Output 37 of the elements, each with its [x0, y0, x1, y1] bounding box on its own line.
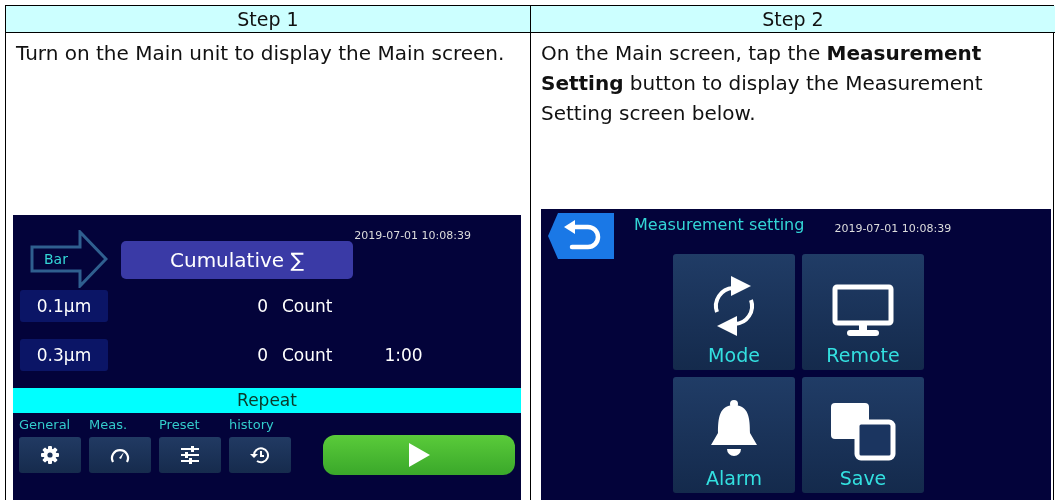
mode-button[interactable]: Cumulative ∑ [121, 241, 353, 279]
bar-arrow-button[interactable]: Bar [30, 230, 108, 288]
setting-tile[interactable]: Remote [802, 254, 924, 370]
setting-tile[interactable]: Alarm [673, 377, 795, 493]
menu-button[interactable] [229, 437, 291, 473]
start-button[interactable] [323, 435, 515, 475]
menu-label: General [19, 417, 71, 434]
settings-icon [40, 445, 60, 465]
step-description: Turn on the Main unit to display the Main screen. [15, 40, 506, 67]
sliders-icon [179, 445, 201, 465]
play-icon [407, 442, 431, 468]
step-description: On the Main screen, tap the Measurement Setting button to display the Measurement Setting screen below. [540, 40, 984, 127]
particle-size-label: 0.3µm [20, 338, 108, 371]
setting-tile[interactable]: Save [802, 377, 924, 493]
copy-icon [829, 401, 897, 461]
menu-button[interactable] [19, 437, 81, 473]
count-value: 0 [256, 295, 268, 316]
history-icon [249, 445, 271, 465]
count-value: 0 [256, 344, 268, 365]
timer-value: 1:00 [384, 344, 423, 365]
setting-tile[interactable]: Mode [673, 254, 795, 370]
repeat-bar: Repeat [13, 388, 521, 413]
screen-title: Measurement setting [634, 215, 805, 234]
menu-label: Meas. [89, 417, 128, 434]
menu-label: Preset [159, 417, 200, 434]
count-unit: Count [282, 344, 333, 365]
column-heading: Step 2 [762, 8, 824, 30]
date-time: 2019-07-01 10:08:39 [354, 229, 471, 242]
menu-button[interactable] [89, 437, 151, 473]
column-heading: Step 1 [237, 8, 299, 30]
back-button[interactable] [548, 213, 614, 259]
count-unit: Count [282, 295, 333, 316]
monitor-icon [832, 284, 894, 338]
particle-size-label: 0.1µm [20, 289, 108, 322]
date-time: 2019-07-01 10:08:39 [834, 222, 952, 235]
menu-button[interactable] [159, 437, 221, 473]
menu-label: history [229, 417, 274, 434]
